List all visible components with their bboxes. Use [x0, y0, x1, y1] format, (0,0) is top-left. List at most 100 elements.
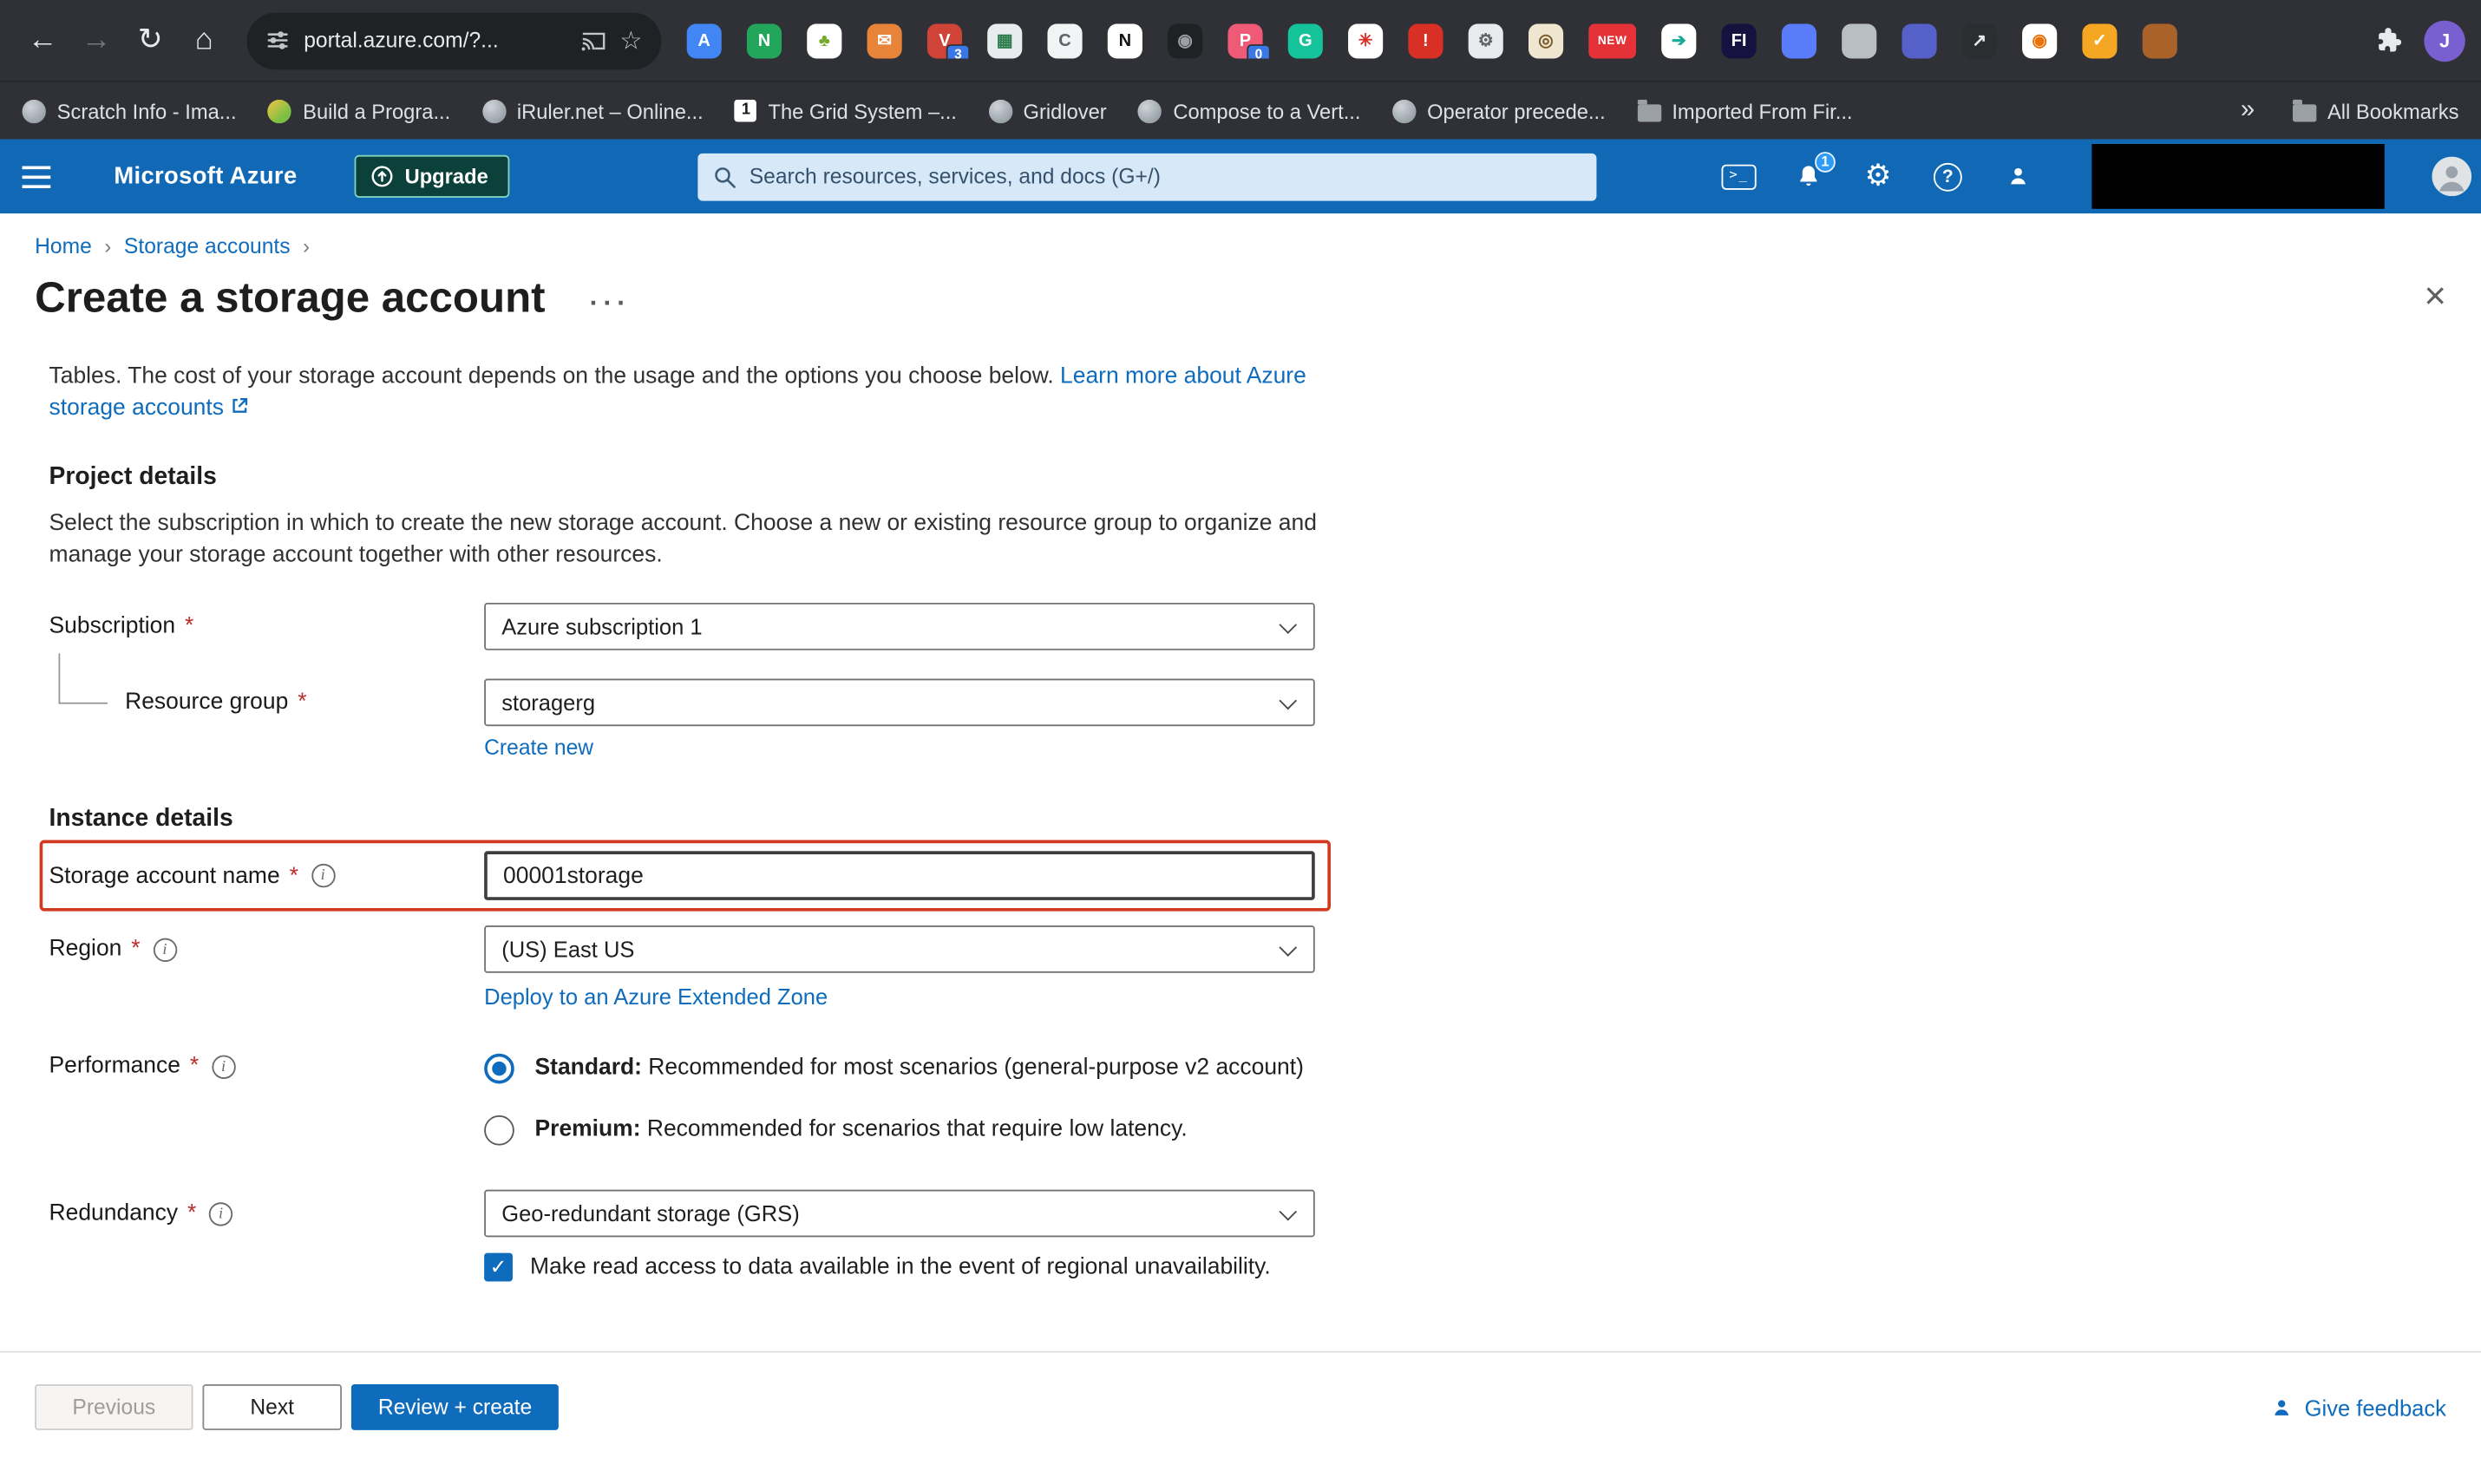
- redundancy-dropdown[interactable]: Geo-redundant storage (GRS): [484, 1190, 1315, 1238]
- bookmark-item[interactable]: 1The Grid System –...: [735, 99, 957, 122]
- chevron-down-icon: [1279, 1202, 1297, 1220]
- blue-app-extension-icon[interactable]: [1782, 23, 1817, 57]
- premium-radio-button[interactable]: [484, 1115, 514, 1145]
- storage-name-highlight-box: Storage account name*i: [40, 840, 1331, 912]
- badge1-favicon: 1: [735, 100, 757, 122]
- bookmarks-overflow-icon[interactable]: »: [2218, 96, 2276, 125]
- browser-window: ← → ↻ ⌂ portal.azure.com/?... ☆ AN♣✉V3▦C…: [0, 0, 2481, 1484]
- read-access-row: ✓ Make read access to data available in …: [484, 1253, 2481, 1282]
- more-options-icon[interactable]: ···: [590, 288, 631, 319]
- url-text[interactable]: portal.azure.com/?...: [304, 29, 566, 52]
- azure-top-bar: Microsoft Azure Upgrade Search resources…: [0, 140, 2481, 214]
- bookmark-item[interactable]: Build a Progra...: [268, 99, 450, 122]
- read-access-checkbox[interactable]: ✓: [484, 1253, 513, 1282]
- bookmark-star-icon[interactable]: ☆: [619, 24, 642, 56]
- chevron-down-icon: [1279, 938, 1297, 956]
- orange-mail-extension-icon[interactable]: ✉: [867, 23, 902, 57]
- bookmarks-bar: Scratch Info - Ima... Build a Progra... iR…: [0, 82, 2481, 140]
- menu-hamburger-icon[interactable]: [23, 166, 51, 188]
- extension-badge: 0: [1247, 43, 1270, 57]
- site-info-icon[interactable]: [265, 29, 289, 52]
- cast-icon[interactable]: [580, 29, 606, 52]
- redundancy-label-text: Redundancy: [49, 1200, 179, 1226]
- leaf-extension-icon[interactable]: ♣: [807, 23, 841, 57]
- bookmark-item[interactable]: Scratch Info - Ima...: [23, 99, 237, 122]
- pink-p-extension-icon[interactable]: P0: [1227, 23, 1262, 57]
- red-shield-extension-icon[interactable]: V3: [927, 23, 962, 57]
- bookmark-label: iRuler.net – Online...: [517, 99, 704, 122]
- resource-group-row: Resource group* storagerg: [49, 678, 2481, 726]
- feedback-icon[interactable]: [2000, 159, 2035, 193]
- create-new-link[interactable]: Create new: [484, 735, 593, 759]
- bookmark-item[interactable]: iRuler.net – Online...: [482, 99, 704, 122]
- resource-group-dropdown[interactable]: storagerg: [484, 678, 1315, 726]
- upgrade-button[interactable]: Upgrade: [354, 155, 508, 198]
- close-blade-icon[interactable]: ×: [2424, 278, 2446, 317]
- region-dropdown[interactable]: (US) East US: [484, 925, 1315, 973]
- translate-extension-icon[interactable]: A: [687, 23, 722, 57]
- bookmark-item[interactable]: Gridlover: [988, 99, 1106, 122]
- performance-option-premium[interactable]: Premium: Recommended for scenarios that …: [484, 1106, 1304, 1154]
- storage-account-name-input[interactable]: [484, 851, 1315, 900]
- review-create-button[interactable]: Review + create: [351, 1384, 559, 1430]
- home-button[interactable]: ⌂: [177, 14, 231, 68]
- settings-gear-icon[interactable]: ⚙: [1861, 159, 1895, 193]
- reload-button[interactable]: ↻: [123, 14, 177, 68]
- subscription-dropdown[interactable]: Azure subscription 1: [484, 603, 1315, 650]
- brown-box-extension-icon[interactable]: [2143, 23, 2177, 57]
- spreadsheet-extension-icon[interactable]: ▦: [987, 23, 1022, 57]
- new-badge-extension-icon[interactable]: NEW: [1588, 23, 1636, 57]
- standard-radio-button[interactable]: [484, 1053, 514, 1083]
- notifications-bell-icon[interactable]: 1: [1791, 159, 1826, 193]
- azure-brand[interactable]: Microsoft Azure: [114, 163, 297, 190]
- bookmark-item[interactable]: Operator precede...: [1392, 99, 1606, 122]
- extensions-puzzle-icon[interactable]: [2375, 25, 2406, 56]
- breadcrumb-home-link[interactable]: Home: [35, 234, 92, 258]
- target-extension-icon[interactable]: ◎: [1529, 23, 1563, 57]
- info-icon[interactable]: i: [153, 938, 176, 961]
- address-bar[interactable]: portal.azure.com/?... ☆: [247, 12, 662, 69]
- required-asterisk: *: [187, 1200, 196, 1226]
- grey-c-extension-icon[interactable]: C: [1047, 23, 1082, 57]
- indigo-app-extension-icon[interactable]: [1902, 23, 1936, 57]
- previous-button[interactable]: Previous: [35, 1384, 193, 1430]
- next-button[interactable]: Next: [202, 1384, 342, 1430]
- settings-app-extension-icon[interactable]: ⚙: [1469, 23, 1503, 57]
- notion-extension-icon[interactable]: N: [1108, 23, 1142, 57]
- info-icon[interactable]: i: [212, 1055, 235, 1078]
- green-n-extension-icon[interactable]: N: [747, 23, 782, 57]
- extended-zone-link[interactable]: Deploy to an Azure Extended Zone: [484, 984, 828, 1010]
- fi-extension-icon[interactable]: FI: [1722, 23, 1757, 57]
- amber-check-extension-icon[interactable]: ✓: [2082, 23, 2117, 57]
- back-button[interactable]: ←: [16, 14, 69, 68]
- bookmark-item[interactable]: Imported From Fir...: [1637, 99, 1852, 122]
- grammarly-extension-icon[interactable]: G: [1288, 23, 1323, 57]
- storage-account-name-label: Storage account name*i: [49, 863, 485, 888]
- global-search-input[interactable]: Search resources, services, and docs (G+…: [697, 153, 1596, 200]
- cloud-shell-icon[interactable]: >_: [1722, 159, 1757, 193]
- all-bookmarks-button[interactable]: All Bookmarks: [2293, 99, 2459, 122]
- give-feedback-link[interactable]: Give feedback: [2268, 1395, 2446, 1420]
- performance-option-standard[interactable]: Standard: Recommended for most scenarios…: [484, 1044, 1304, 1092]
- dark-lens-extension-icon[interactable]: ◉: [1168, 23, 1202, 57]
- help-icon[interactable]: ?: [1930, 159, 1965, 193]
- info-icon[interactable]: i: [209, 1201, 232, 1225]
- bookmark-label: Build a Progra...: [303, 99, 450, 122]
- performance-row: Performance*i Standard: Recommended for …: [49, 1044, 2481, 1154]
- info-icon[interactable]: i: [311, 864, 335, 887]
- bookmark-item[interactable]: Compose to a Vert...: [1138, 99, 1360, 122]
- globe-favicon: [1138, 99, 1162, 122]
- browser-profile-avatar[interactable]: J: [2424, 20, 2465, 61]
- bookmark-label: Operator precede...: [1427, 99, 1606, 122]
- red-burst-extension-icon[interactable]: ✳: [1348, 23, 1383, 57]
- forward-button[interactable]: →: [69, 14, 123, 68]
- orange-ring-extension-icon[interactable]: ◉: [2022, 23, 2057, 57]
- teal-bird-extension-icon[interactable]: ➔: [1661, 23, 1696, 57]
- all-bookmarks-label: All Bookmarks: [2327, 99, 2459, 122]
- bookmarks-list: Scratch Info - Ima... Build a Progra... iR…: [23, 99, 1853, 122]
- account-avatar[interactable]: [2432, 157, 2471, 197]
- grey-app-extension-icon[interactable]: [1842, 23, 1876, 57]
- dark-arrow-extension-icon[interactable]: ↗: [1962, 23, 1997, 57]
- red-stop-extension-icon[interactable]: !: [1408, 23, 1443, 57]
- breadcrumb-storage-accounts-link[interactable]: Storage accounts: [124, 234, 291, 258]
